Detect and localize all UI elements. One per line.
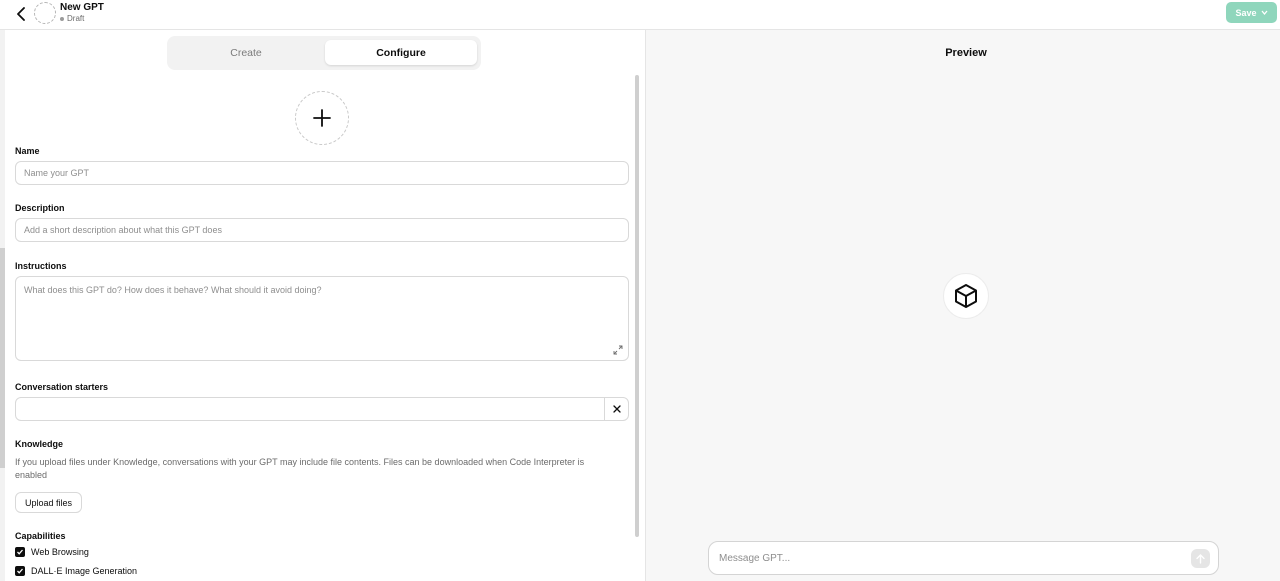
preview-panel: Preview Message GPT... (645, 30, 1280, 581)
top-bar: New GPT Draft Save (0, 0, 1280, 30)
starter-row (15, 397, 629, 421)
send-button[interactable] (1191, 549, 1210, 568)
status-dot-icon (60, 16, 64, 21)
save-label: Save (1235, 7, 1257, 18)
knowledge-description: If you upload files under Knowledge, con… (15, 457, 585, 480)
starter-input[interactable] (16, 398, 605, 420)
mode-tabs: Create Configure (167, 36, 481, 70)
expand-icon[interactable] (613, 345, 623, 355)
plus-icon (313, 109, 331, 127)
gpt-title: New GPT (60, 2, 104, 13)
status-label: Draft (67, 14, 85, 23)
tab-configure[interactable]: Configure (325, 40, 477, 65)
gpt-avatar (34, 2, 56, 24)
name-input[interactable]: Name your GPT (15, 161, 629, 185)
configure-panel: Create Configure Name Name your GPT Desc… (5, 30, 645, 581)
remove-starter-button[interactable] (604, 398, 628, 420)
back-button[interactable] (12, 5, 30, 23)
capability-label: Web Browsing (31, 547, 89, 557)
capability-label: DALL·E Image Generation (31, 566, 138, 576)
save-button[interactable]: Save (1226, 2, 1277, 23)
upload-files-button[interactable]: Upload files (15, 492, 82, 513)
instructions-placeholder: What does this GPT do? How does it behav… (24, 285, 322, 295)
checkbox-checked-icon[interactable] (15, 547, 25, 557)
avatar-upload-button[interactable] (295, 91, 349, 145)
message-placeholder: Message GPT... (719, 553, 791, 564)
cube-icon (955, 284, 977, 308)
capabilities-label: Capabilities (15, 531, 66, 541)
capability-web-browsing[interactable]: Web Browsing (15, 547, 89, 557)
name-label: Name (15, 146, 40, 156)
checkbox-checked-icon[interactable] (15, 566, 25, 576)
description-label: Description (15, 203, 65, 213)
chevron-down-icon (1261, 10, 1268, 15)
preview-title: Preview (945, 47, 987, 59)
capability-dalle[interactable]: DALL·E Image Generation (15, 566, 137, 576)
message-input[interactable]: Message GPT... (708, 541, 1219, 575)
configure-scrollbar[interactable] (635, 75, 639, 537)
instructions-textarea[interactable]: What does this GPT do? How does it behav… (15, 276, 629, 361)
description-input[interactable]: Add a short description about what this … (15, 218, 629, 242)
chevron-left-icon (17, 7, 25, 21)
arrow-up-icon (1196, 553, 1205, 564)
starters-label: Conversation starters (15, 382, 109, 392)
gpt-status: Draft (60, 14, 84, 23)
preview-logo (943, 273, 989, 319)
close-icon (612, 405, 621, 413)
instructions-label: Instructions (15, 261, 67, 271)
knowledge-label: Knowledge (15, 439, 64, 449)
tab-create[interactable]: Create (171, 40, 321, 65)
